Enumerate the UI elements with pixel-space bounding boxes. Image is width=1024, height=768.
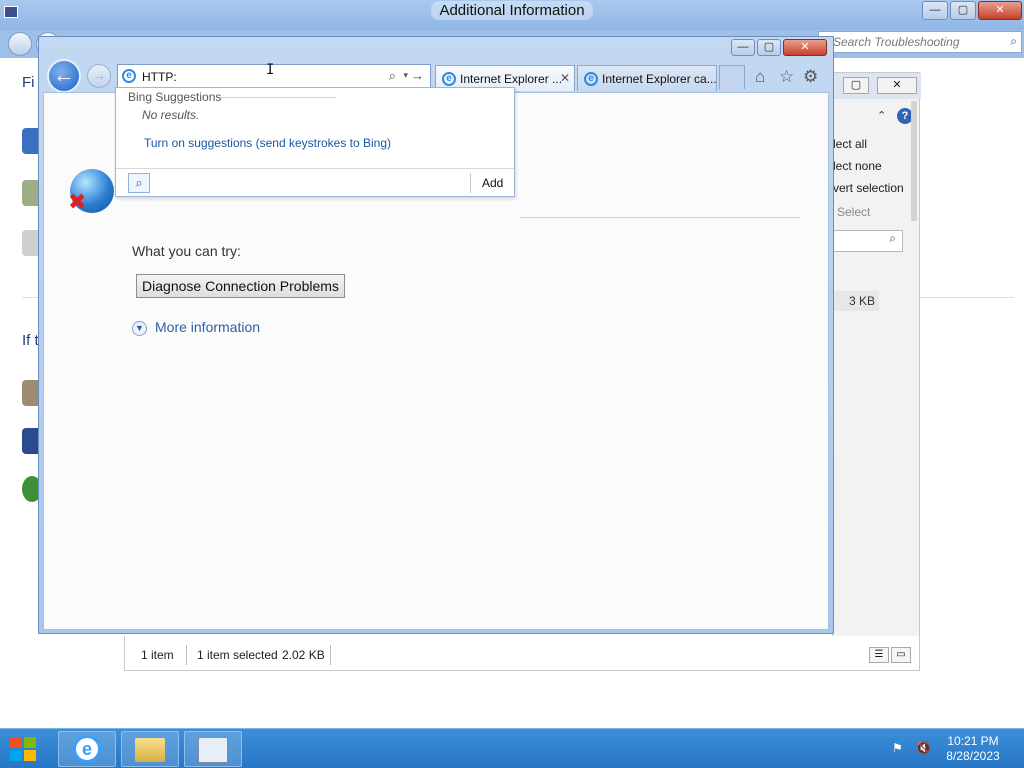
network-error-globe-icon: ✖	[68, 169, 114, 214]
close-tab-icon[interactable]: ✕	[560, 71, 570, 85]
tools-gear-icon[interactable]: ⚙	[803, 67, 818, 87]
clock[interactable]: 10:21 PM 8/28/2023	[940, 734, 1006, 764]
suggestions-footer: ⌕ Add	[116, 168, 514, 196]
what-you-can-try-text: What you can try:	[132, 243, 241, 259]
clock-time: 10:21 PM	[947, 734, 999, 748]
file-size-cell: 3 KB	[833, 291, 879, 311]
taskbar-internet-explorer[interactable]: e	[58, 731, 116, 767]
selected-count: 1 item selected	[197, 648, 278, 662]
ie-minimize-button[interactable]: —	[731, 39, 755, 56]
address-suggestions-dropdown: Bing Suggestions No results. Turn on sug…	[115, 87, 515, 197]
taskbar-file-explorer[interactable]	[121, 731, 179, 767]
title-bar: Additional Information — ▢ ✕	[0, 0, 1024, 30]
control-panel-icon	[198, 737, 228, 763]
tab-internet-explorer-2[interactable]: e Internet Explorer ca...	[577, 65, 717, 91]
more-information-label: More information	[155, 319, 261, 335]
window-title: Additional Information	[431, 1, 593, 20]
forward-button[interactable]: →	[87, 64, 111, 88]
turn-on-suggestions-link[interactable]: Turn on suggestions (send keystrokes to …	[144, 136, 391, 150]
text-cursor-icon: I	[266, 62, 275, 78]
search-placeholder: Search Troubleshooting	[833, 35, 960, 49]
ie-tab-icon: e	[584, 72, 598, 86]
maximize-button[interactable]: ▢	[950, 1, 976, 20]
minimize-button[interactable]: —	[922, 1, 948, 20]
ie-close-button[interactable]: ✕	[783, 39, 827, 56]
close-button[interactable]: ✕	[978, 1, 1022, 20]
search-icon[interactable]: ⌕	[1010, 34, 1017, 49]
no-results-text: No results.	[142, 108, 200, 122]
go-arrow-icon[interactable]: →	[411, 68, 424, 83]
explorer-side-panel: ▢ ✕ ⌃ ? lect all lect none vert selectio…	[832, 72, 921, 670]
select-group-label: Select	[837, 205, 871, 219]
back-button[interactable]: ←	[47, 59, 81, 93]
address-input[interactable]: HTTP:	[142, 70, 177, 84]
explorer-search-input[interactable]: ⌕	[833, 230, 903, 252]
search-icon: ⌕	[889, 231, 896, 245]
ie-page-icon: e	[122, 69, 136, 83]
collapse-ribbon-icon[interactable]: ⌃	[877, 109, 886, 122]
selected-size: 2.02 KB	[282, 648, 325, 662]
diagnose-connection-problems-button[interactable]: Diagnose Connection Problems	[136, 274, 345, 298]
new-tab-button[interactable]	[719, 65, 745, 89]
left-section-partial: If t	[22, 332, 39, 349]
search-provider-icon[interactable]: ⌕	[128, 173, 150, 193]
network-status-icon[interactable]: ⚑	[892, 741, 903, 755]
volume-muted-icon[interactable]: 🔇	[916, 741, 931, 755]
error-x-icon: ✖	[68, 189, 87, 214]
select-none-button[interactable]: lect none	[833, 159, 921, 179]
large-icons-view-icon[interactable]: ▭	[891, 647, 911, 663]
left-heading-partial: Fi	[22, 74, 35, 91]
chevron-down-icon[interactable]: ▾	[403, 70, 408, 81]
taskbar: e ⚑ 🔇 10:21 PM 8/28/2023	[0, 728, 1024, 768]
select-all-button[interactable]: lect all	[833, 137, 921, 157]
invert-selection-button[interactable]: vert selection	[833, 181, 921, 201]
home-icon[interactable]: ⌂	[755, 67, 765, 87]
status-bar: 1 item 1 item selected 2.02 KB ☰ ▭	[124, 636, 920, 671]
more-information-link[interactable]: ▼ More information	[132, 319, 260, 336]
suggestions-heading: Bing Suggestions	[128, 90, 222, 104]
search-icon[interactable]: ⌕	[389, 68, 396, 84]
content-divider	[520, 217, 800, 218]
search-troubleshooting-input[interactable]: Search Troubleshooting ⌕	[818, 31, 1022, 53]
back-button[interactable]	[8, 32, 32, 56]
clock-date: 8/28/2023	[946, 749, 1000, 763]
taskbar-control-panel[interactable]	[184, 731, 242, 767]
tab-label: Internet Explorer ca...	[602, 72, 717, 86]
tab-label: Internet Explorer ...	[460, 72, 563, 86]
ie-maximize-button[interactable]: ▢	[757, 39, 781, 56]
panel-close-button[interactable]: ✕	[877, 77, 917, 94]
ie-tab-icon: e	[442, 72, 456, 86]
folder-icon	[135, 738, 165, 762]
internet-explorer-icon: e	[73, 735, 101, 763]
chevron-down-icon: ▼	[132, 320, 147, 336]
start-button[interactable]	[10, 737, 38, 763]
panel-maximize-button[interactable]: ▢	[843, 77, 869, 94]
add-search-provider-button[interactable]: Add	[482, 176, 503, 190]
item-count: 1 item	[141, 648, 174, 662]
details-view-icon[interactable]: ☰	[869, 647, 889, 663]
favorites-star-icon[interactable]: ☆	[779, 67, 794, 87]
